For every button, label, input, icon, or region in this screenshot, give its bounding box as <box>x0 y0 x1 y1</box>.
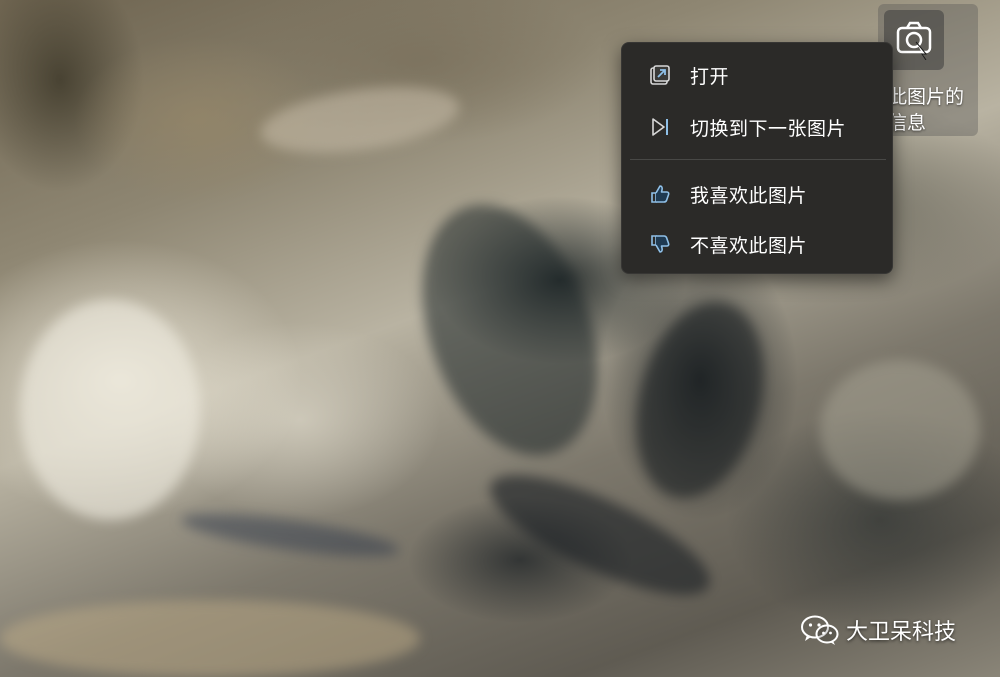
menu-item-label: 切换到下一张图片 <box>690 117 847 140</box>
open-external-icon <box>648 63 672 87</box>
menu-item-dislike[interactable]: 不喜欢此图片 <box>622 221 892 267</box>
menu-item-open[interactable]: 打开 <box>622 52 892 98</box>
menu-item-next-image[interactable]: 切换到下一张图片 <box>622 104 892 150</box>
menu-item-label: 打开 <box>690 65 730 88</box>
image-info-caption: 此图片的 信息 <box>888 84 988 136</box>
next-image-icon <box>648 115 672 139</box>
thumbs-down-icon <box>648 232 672 256</box>
menu-divider <box>630 159 886 160</box>
caption-line-2: 信息 <box>888 112 927 134</box>
caption-line-1: 此图片的 <box>888 86 965 108</box>
wechat-icon <box>800 614 840 646</box>
watermark-text: 大卫呆科技 <box>846 620 957 645</box>
context-menu: 打开 切换到下一张图片 我喜欢此图片 不喜欢此图片 <box>621 42 893 274</box>
menu-item-like[interactable]: 我喜欢此图片 <box>622 171 892 217</box>
watermark: 大卫呆科技 <box>800 614 956 646</box>
menu-item-label: 我喜欢此图片 <box>690 184 808 207</box>
camera-lens-icon <box>892 16 936 64</box>
thumbs-up-icon <box>648 182 672 206</box>
desktop-wallpaper: 此图片的 信息 打开 切换到下一张图片 我喜欢此图片 不喜欢此图片 大卫呆科技 <box>0 0 1000 677</box>
image-info-button[interactable] <box>884 10 944 70</box>
menu-item-label: 不喜欢此图片 <box>690 234 808 257</box>
